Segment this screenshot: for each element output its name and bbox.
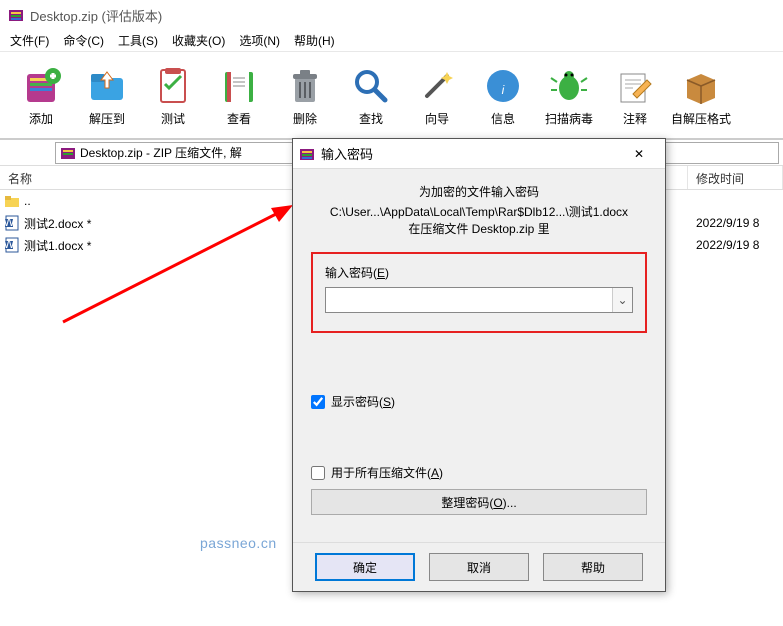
- info-label: 信息: [491, 110, 515, 127]
- dialog-titlebar: 输入密码 ✕: [293, 139, 665, 169]
- sfx-label: 自解压格式: [671, 110, 731, 127]
- extract-to-button[interactable]: 解压到: [74, 60, 140, 131]
- file-mtime: 2022/9/19 8: [688, 216, 783, 230]
- sfx-button[interactable]: 自解压格式: [668, 60, 734, 131]
- menu-favorites[interactable]: 收藏夹(O): [166, 30, 231, 51]
- wizard-label: 向导: [425, 110, 449, 127]
- virus-scan-button[interactable]: 扫描病毒: [536, 60, 602, 131]
- chevron-down-icon: ⌄: [617, 293, 627, 307]
- file-name: 测试2.docx *: [24, 215, 91, 232]
- dropdown-button[interactable]: ⌄: [612, 288, 632, 312]
- use-for-all-row: 用于所有压缩文件(A): [311, 464, 647, 481]
- menu-commands[interactable]: 命令(C): [57, 30, 110, 51]
- folder-extract-icon: [85, 64, 129, 108]
- info-icon: i: [481, 64, 525, 108]
- watermark: passneo.cn: [200, 535, 277, 551]
- delete-button[interactable]: 删除: [272, 60, 338, 131]
- use-for-all-label: 用于所有压缩文件(A): [331, 464, 443, 481]
- test-button[interactable]: 测试: [140, 60, 206, 131]
- menu-options[interactable]: 选项(N): [233, 30, 286, 51]
- dialog-message-1: 为加密的文件输入密码: [311, 183, 647, 201]
- show-password-row: 显示密码(S): [311, 393, 647, 410]
- organize-passwords-button[interactable]: 整理密码(O)...: [311, 489, 647, 515]
- winrar-icon: [299, 146, 315, 162]
- dialog-title: 输入密码: [321, 144, 619, 163]
- archive-small-icon: [60, 145, 76, 161]
- help-button[interactable]: 帮助: [543, 553, 643, 581]
- view-label: 查看: [227, 110, 251, 127]
- show-password-label: 显示密码(S): [331, 393, 395, 410]
- wizard-button[interactable]: 向导: [404, 60, 470, 131]
- svg-text:i: i: [502, 83, 505, 97]
- menu-help[interactable]: 帮助(H): [288, 30, 341, 51]
- view-button[interactable]: 查看: [206, 60, 272, 131]
- box-icon: [679, 64, 723, 108]
- virus-scan-label: 扫描病毒: [545, 110, 593, 127]
- add-label: 添加: [29, 110, 53, 127]
- comment-button[interactable]: 注释: [602, 60, 668, 131]
- folder-icon: [4, 193, 20, 209]
- toolbar: 添加 解压到 测试 查看 删除 查找 向导 i 信息 扫描病毒 注释 自解压格式: [0, 52, 783, 140]
- password-input-group: 输入密码(E) ⌄: [311, 252, 647, 333]
- pencil-note-icon: [613, 64, 657, 108]
- close-button[interactable]: ✕: [619, 140, 659, 168]
- winrar-icon: [8, 7, 24, 23]
- find-button[interactable]: 查找: [338, 60, 404, 131]
- svg-text:W: W: [4, 237, 15, 251]
- dialog-path: C:\User...\AppData\Local\Temp\Rar$Dlb12.…: [311, 203, 647, 220]
- archive-add-icon: [19, 64, 63, 108]
- path-text: Desktop.zip - ZIP 压缩文件, 解: [80, 144, 242, 161]
- password-label: 输入密码(E): [325, 264, 633, 281]
- file-name: 测试1.docx *: [24, 237, 91, 254]
- find-label: 查找: [359, 110, 383, 127]
- docx-icon: W: [4, 215, 20, 231]
- svg-text:W: W: [4, 215, 15, 229]
- password-dialog: 输入密码 ✕ 为加密的文件输入密码 C:\User...\AppData\Loc…: [292, 138, 666, 592]
- show-password-checkbox[interactable]: [311, 395, 325, 409]
- delete-label: 删除: [293, 110, 317, 127]
- password-input[interactable]: [326, 288, 612, 312]
- menu-file[interactable]: 文件(F): [4, 30, 55, 51]
- test-label: 测试: [161, 110, 185, 127]
- close-icon: ✕: [634, 147, 644, 161]
- ok-button[interactable]: 确定: [315, 553, 415, 581]
- extract-to-label: 解压到: [89, 110, 125, 127]
- window-title: Desktop.zip (评估版本): [30, 6, 162, 25]
- password-combobox: ⌄: [325, 287, 633, 313]
- info-button[interactable]: i 信息: [470, 60, 536, 131]
- cancel-button[interactable]: 取消: [429, 553, 529, 581]
- dialog-message-2: 在压缩文件 Desktop.zip 里: [311, 220, 647, 238]
- window-titlebar: Desktop.zip (评估版本): [0, 0, 783, 30]
- dialog-body: 为加密的文件输入密码 C:\User...\AppData\Local\Temp…: [293, 169, 665, 542]
- book-icon: [217, 64, 261, 108]
- add-button[interactable]: 添加: [8, 60, 74, 131]
- comment-label: 注释: [623, 110, 647, 127]
- test-icon: [151, 64, 195, 108]
- trash-icon: [283, 64, 327, 108]
- menubar: 文件(F) 命令(C) 工具(S) 收藏夹(O) 选项(N) 帮助(H): [0, 30, 783, 52]
- file-name: ..: [24, 194, 31, 208]
- bug-icon: [547, 64, 591, 108]
- menu-tools[interactable]: 工具(S): [112, 30, 164, 51]
- wand-icon: [415, 64, 459, 108]
- file-mtime: 2022/9/19 8: [688, 238, 783, 252]
- use-for-all-checkbox[interactable]: [311, 466, 325, 480]
- search-icon: [349, 64, 393, 108]
- col-mtime[interactable]: 修改时间: [688, 166, 783, 189]
- docx-icon: W: [4, 237, 20, 253]
- dialog-buttons: 确定 取消 帮助: [293, 542, 665, 591]
